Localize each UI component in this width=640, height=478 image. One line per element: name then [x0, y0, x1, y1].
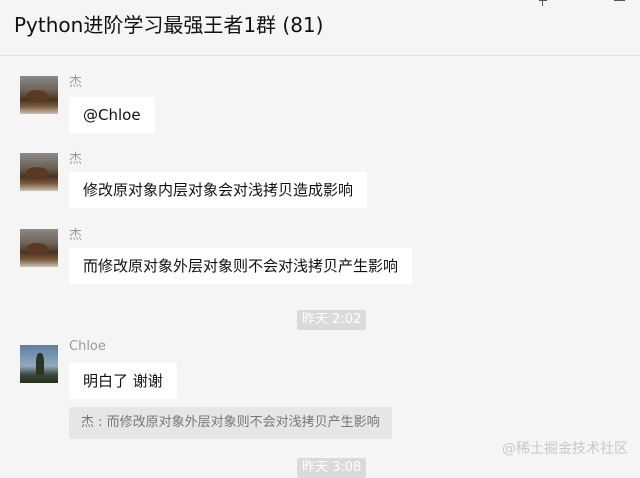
maximize-icon[interactable] [612, 0, 628, 8]
avatar[interactable] [20, 76, 58, 114]
message-list[interactable]: 杰 @Chloe 杰 修改原对象内层对象会对浅拷贝造成影响 杰 而修改原对象外层… [0, 57, 640, 478]
sender-name: 杰 [69, 75, 83, 90]
title-bar: Python进阶学习最强王者1群 (81) [0, 0, 640, 56]
sender-name: 杰 [69, 152, 83, 167]
timestamp: 昨天 3:08 [297, 458, 367, 478]
minimize-icon[interactable] [574, 0, 590, 8]
avatar[interactable] [20, 229, 58, 267]
timestamp: 昨天 2:02 [297, 310, 367, 330]
message-bubble[interactable]: @Chloe [69, 97, 155, 133]
chat-title: Python进阶学习最强王者1群 (81) [14, 13, 324, 37]
message-bubble[interactable]: 而修改原对象外层对象则不会对浅拷贝产生影响 [69, 248, 413, 284]
quoted-message[interactable]: 杰 : 而修改原对象外层对象则不会对浅拷贝产生影响 [69, 407, 392, 439]
sender-name: 杰 [69, 228, 83, 243]
message-bubble[interactable]: 修改原对象内层对象会对浅拷贝造成影响 [69, 172, 368, 208]
avatar[interactable] [20, 153, 58, 191]
avatar[interactable] [20, 345, 58, 383]
sender-name: Chloe [69, 339, 106, 354]
watermark: @稀土掘金技术社区 [502, 441, 628, 457]
pin-icon[interactable] [535, 0, 551, 8]
message-bubble[interactable]: 明白了 谢谢 [69, 363, 177, 399]
